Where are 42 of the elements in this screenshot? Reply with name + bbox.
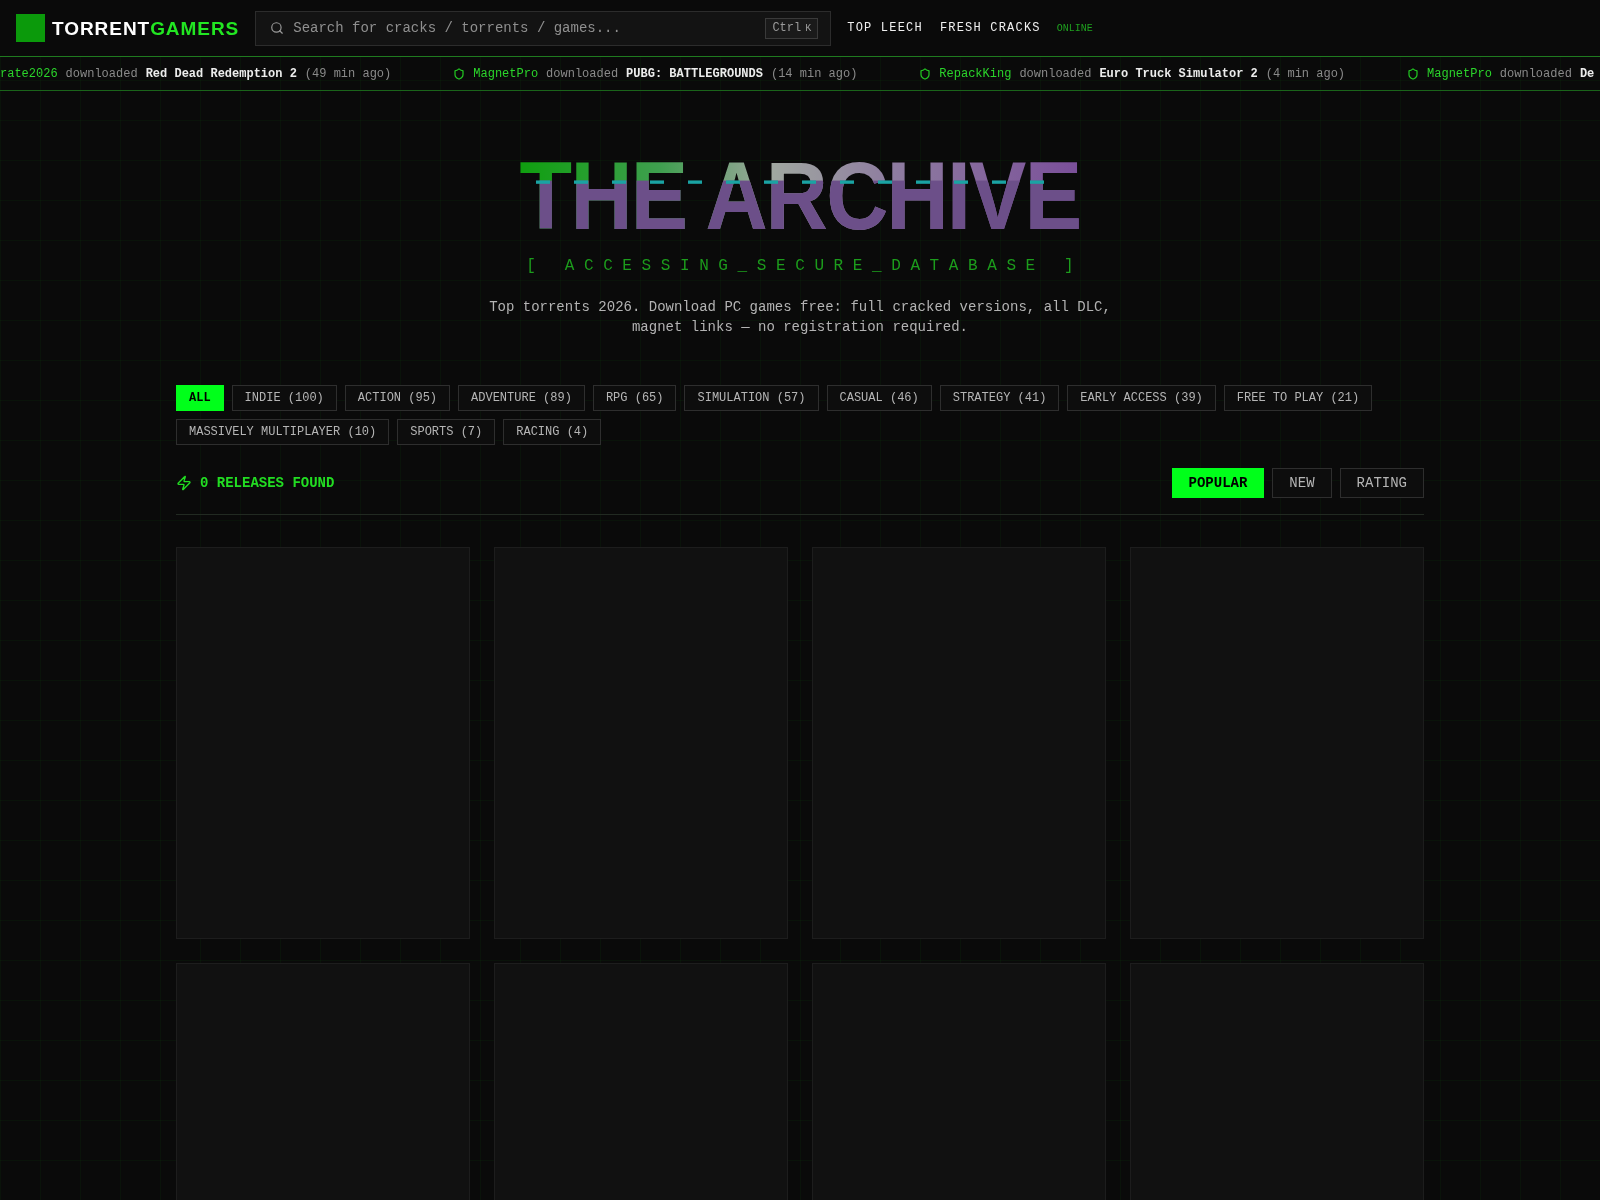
ticker-username: MagnetPro — [1427, 65, 1492, 83]
ticker-game-title: Euro Truck Simulator 2 — [1099, 65, 1258, 83]
category-filter[interactable]: SPORTS (7) — [397, 419, 496, 445]
category-filter[interactable]: ACTION (95) — [344, 385, 451, 411]
nav-link[interactable]: FRESH CRACKS — [939, 19, 1041, 37]
category-filter[interactable]: SIMULATION (57) — [684, 385, 819, 411]
ticker-action: downloaded — [546, 65, 619, 83]
category-filter[interactable]: EARLY ACCESS (39) — [1067, 385, 1216, 411]
category-filter[interactable]: ALL — [176, 385, 224, 411]
hero-subtitle: [ ACCESSING_SECURE_DATABASE ] — [525, 256, 1084, 277]
category-filter[interactable]: ADVENTURE (89) — [458, 385, 585, 411]
ticker-time: (14 min ago) — [770, 65, 858, 83]
category-filter[interactable]: STRATEGY (41) — [939, 385, 1060, 411]
logo-text[interactable]: TORRENTGAMERS — [52, 18, 240, 38]
ticker-username: rate2026 — [0, 65, 58, 83]
ticker-action: downloaded — [1019, 65, 1092, 83]
sort-button[interactable]: RATING — [1339, 468, 1424, 498]
ticker-game-title: Red Dead Redemption 2 — [145, 65, 297, 83]
ticker-game-title: De — [1579, 65, 1595, 83]
status-label: ONLINE — [1056, 21, 1093, 36]
category-filter[interactable]: RACING (4) — [503, 419, 602, 445]
logo-icon — [16, 14, 45, 42]
category-filter[interactable]: FREE TO PLAY (21) — [1223, 385, 1373, 411]
ticker-username: MagnetPro — [473, 65, 539, 83]
category-filter[interactable]: INDIE (100) — [231, 385, 337, 411]
ticker-action: downloaded — [65, 65, 138, 83]
hero-description: Top torrents 2026. Download PC games free: full cracked versions, all DLC, magnet links — no registration required. — [488, 298, 1112, 337]
results-count: 0 RELEASES FOUND — [200, 473, 335, 493]
category-filter[interactable]: CASUAL (46) — [826, 385, 932, 411]
ticker-game-title: PUBG: BATTLEGROUNDS — [626, 65, 763, 83]
sort-button[interactable]: NEW — [1272, 468, 1332, 498]
search-icon — [270, 20, 285, 35]
lightning-icon — [176, 475, 192, 491]
category-filter[interactable]: MASSIVELY MULTIPLAYER (10) — [176, 419, 390, 445]
ticker-time: (4 min ago) — [1265, 65, 1346, 83]
ticker-username: RepackKing — [939, 65, 1012, 83]
shortcut-hint: Ctrl K — [765, 17, 819, 39]
ticker-time: (49 min ago) — [304, 65, 392, 83]
ticker-action: downloaded — [1499, 65, 1572, 83]
nav-link[interactable]: TOP LEECH — [847, 19, 923, 37]
category-filter[interactable]: RPG (65) — [592, 385, 677, 411]
sort-button[interactable]: POPULAR — [1171, 468, 1265, 498]
